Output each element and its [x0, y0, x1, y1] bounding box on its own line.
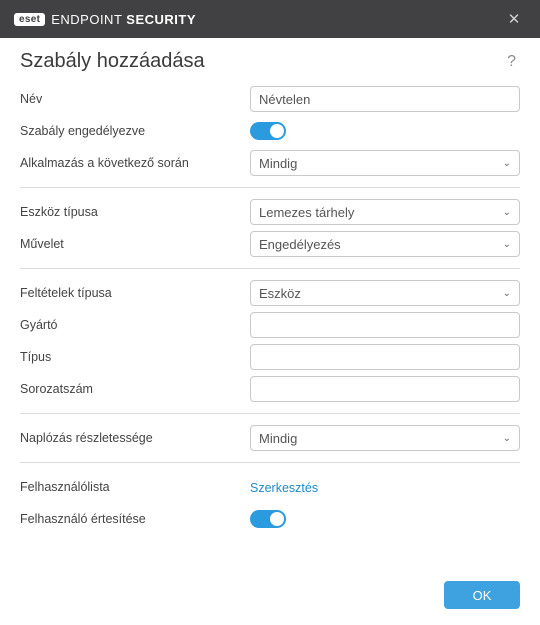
vendor-input[interactable] — [250, 312, 520, 338]
apply-during-value: Mindig — [259, 156, 297, 171]
log-severity-value: Mindig — [259, 431, 297, 446]
divider — [20, 462, 520, 463]
model-label: Típus — [20, 350, 250, 364]
divider — [20, 413, 520, 414]
action-value: Engedélyezés — [259, 237, 341, 252]
ok-button[interactable]: OK — [444, 581, 520, 609]
help-icon[interactable]: ? — [503, 51, 520, 73]
user-list-label: Felhasználólista — [20, 480, 250, 494]
header-row: Szabály hozzáadása ? — [0, 38, 540, 83]
rule-enabled-toggle[interactable] — [250, 122, 286, 140]
brand-badge: eset — [14, 13, 45, 26]
row-criteria-type: Feltételek típusa Eszköz ⌄ — [20, 277, 520, 309]
device-type-value: Lemezes tárhely — [259, 205, 354, 220]
chevron-down-icon: ⌄ — [503, 207, 511, 218]
chevron-down-icon: ⌄ — [503, 288, 511, 299]
chevron-down-icon: ⌄ — [503, 158, 511, 169]
chevron-down-icon: ⌄ — [503, 433, 511, 444]
content: Név Szabály engedélyezve Alkalmazás a kö… — [0, 83, 540, 547]
row-log-severity: Naplózás részletessége Mindig ⌄ — [20, 422, 520, 454]
log-severity-select[interactable]: Mindig ⌄ — [250, 425, 520, 451]
chevron-down-icon: ⌄ — [503, 239, 511, 250]
brand-text: ENDPOINT SECURITY — [51, 12, 196, 27]
row-notify-user: Felhasználó értesítése — [20, 503, 520, 535]
device-type-select[interactable]: Lemezes tárhely ⌄ — [250, 199, 520, 225]
row-vendor: Gyártó — [20, 309, 520, 341]
apply-during-label: Alkalmazás a következő során — [20, 156, 250, 170]
row-action: Művelet Engedélyezés ⌄ — [20, 228, 520, 260]
row-apply-during: Alkalmazás a következő során Mindig ⌄ — [20, 147, 520, 179]
divider — [20, 268, 520, 269]
brand-thin: ENDPOINT — [51, 12, 126, 27]
criteria-type-label: Feltételek típusa — [20, 286, 250, 300]
serial-input[interactable] — [250, 376, 520, 402]
titlebar: eset ENDPOINT SECURITY ✕ — [0, 0, 540, 38]
row-rule-enabled: Szabály engedélyezve — [20, 115, 520, 147]
user-list-edit-link[interactable]: Szerkesztés — [250, 481, 318, 495]
criteria-type-value: Eszköz — [259, 286, 301, 301]
brand-bold: SECURITY — [126, 12, 196, 27]
device-type-label: Eszköz típusa — [20, 205, 250, 219]
notify-user-toggle[interactable] — [250, 510, 286, 528]
row-name: Név — [20, 83, 520, 115]
name-input[interactable] — [250, 86, 520, 112]
row-device-type: Eszköz típusa Lemezes tárhely ⌄ — [20, 196, 520, 228]
action-label: Művelet — [20, 237, 250, 251]
vendor-label: Gyártó — [20, 318, 250, 332]
close-icon[interactable]: ✕ — [502, 7, 526, 31]
page-title: Szabály hozzáadása — [20, 50, 503, 73]
row-serial: Sorozatszám — [20, 373, 520, 405]
footer: OK — [444, 581, 520, 609]
rule-enabled-label: Szabály engedélyezve — [20, 124, 250, 138]
row-user-list: Felhasználólista Szerkesztés — [20, 471, 520, 503]
divider — [20, 187, 520, 188]
apply-during-select[interactable]: Mindig ⌄ — [250, 150, 520, 176]
name-label: Név — [20, 92, 250, 106]
serial-label: Sorozatszám — [20, 382, 250, 396]
log-severity-label: Naplózás részletessége — [20, 431, 250, 445]
criteria-type-select[interactable]: Eszköz ⌄ — [250, 280, 520, 306]
action-select[interactable]: Engedélyezés ⌄ — [250, 231, 520, 257]
row-model: Típus — [20, 341, 520, 373]
model-input[interactable] — [250, 344, 520, 370]
notify-user-label: Felhasználó értesítése — [20, 512, 250, 526]
